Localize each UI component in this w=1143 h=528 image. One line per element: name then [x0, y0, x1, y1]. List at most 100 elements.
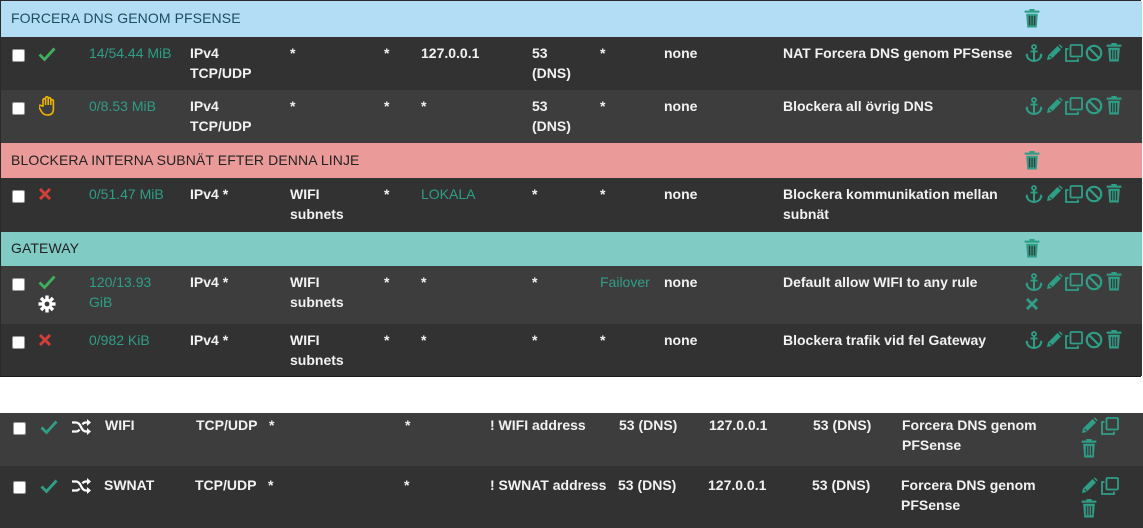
- table-row: WIFI TCP/UDP * * ! WIFI address 53 (DNS)…: [0, 413, 1143, 466]
- copy-icon[interactable]: [1065, 273, 1083, 291]
- x-icon[interactable]: [38, 333, 52, 347]
- gateway-cell[interactable]: Failover: [600, 272, 650, 292]
- destination-cell: ! SWNAT address: [490, 477, 607, 493]
- x-icon[interactable]: [38, 187, 52, 201]
- nat-ip-cell: 127.0.0.1: [708, 477, 767, 493]
- row-checkbox[interactable]: [12, 49, 25, 62]
- nat-rules-table: WIFI TCP/UDP * * ! WIFI address 53 (DNS)…: [0, 413, 1143, 528]
- dest-port-cell: *: [532, 186, 538, 202]
- states-cell-2[interactable]: GiB: [89, 292, 112, 312]
- nat-port-cell: 53 (DNS): [813, 417, 872, 433]
- hand-icon[interactable]: [39, 96, 57, 116]
- pencil-icon[interactable]: [1045, 44, 1063, 62]
- separator-label: BLOCKERA INTERNA SUBNÄT EFTER DENNA LINJ…: [11, 152, 360, 168]
- destination-cell: ! WIFI address: [490, 417, 586, 433]
- trash-icon[interactable]: [1105, 184, 1123, 203]
- row-checkbox[interactable]: [12, 278, 25, 291]
- disable-icon[interactable]: [1085, 273, 1103, 291]
- disable-icon[interactable]: [1085, 331, 1103, 349]
- trash-icon[interactable]: [1023, 9, 1041, 28]
- states-cell[interactable]: 0/51.47 MiB: [89, 184, 164, 204]
- row-checkbox[interactable]: [13, 481, 26, 494]
- protocol-cell: IPv4: [190, 98, 219, 114]
- pencil-icon[interactable]: [1045, 97, 1063, 115]
- check-icon[interactable]: [40, 418, 58, 436]
- protocol-cell: IPv4: [190, 45, 219, 61]
- gateway-cell: *: [600, 98, 606, 114]
- separator-row: BLOCKERA INTERNA SUBNÄT EFTER DENNA LINJ…: [1, 143, 1142, 178]
- anchor-icon[interactable]: [1025, 273, 1043, 291]
- protocol-cell: TCP/UDP: [195, 477, 257, 493]
- check-icon[interactable]: [40, 477, 58, 495]
- nat-ip-cell: 127.0.0.1: [709, 417, 768, 433]
- dest-port-cell: 53: [532, 45, 548, 61]
- pencil-icon[interactable]: [1080, 477, 1098, 495]
- queue-cell: none: [664, 274, 698, 290]
- anchor-icon[interactable]: [1025, 97, 1043, 115]
- source-port-cell: *: [404, 477, 410, 493]
- protocol-cell: IPv4 *: [190, 186, 229, 202]
- protocol-cell: IPv4 *: [190, 332, 229, 348]
- table-row: 0/8.53 MiB IPv4 TCP/UDP * * * 53 (DNS) *…: [1, 90, 1142, 143]
- anchor-icon[interactable]: [1025, 185, 1043, 203]
- trash-icon[interactable]: [1023, 151, 1041, 170]
- states-cell[interactable]: 0/982 KiB: [89, 330, 150, 350]
- anchor-icon[interactable]: [1025, 331, 1043, 349]
- pencil-icon[interactable]: [1045, 273, 1063, 291]
- separator-label: GATEWAY: [11, 240, 80, 256]
- source-cell: *: [290, 98, 296, 114]
- queue-cell: none: [664, 45, 698, 61]
- trash-icon[interactable]: [1105, 43, 1123, 62]
- disable-icon[interactable]: [1085, 44, 1103, 62]
- trash-icon[interactable]: [1080, 439, 1098, 458]
- pencil-icon[interactable]: [1045, 185, 1063, 203]
- shuffle-icon: [71, 477, 91, 495]
- gear-icon[interactable]: [38, 295, 56, 313]
- copy-icon[interactable]: [1065, 185, 1083, 203]
- gateway-cell: *: [600, 332, 606, 348]
- dest-port-cell: *: [532, 274, 538, 290]
- protocol-cell-2: TCP/UDP: [190, 118, 252, 134]
- shuffle-icon: [71, 418, 91, 436]
- row-actions: [1025, 272, 1123, 291]
- dest-port-cell: 53 (DNS): [618, 477, 677, 493]
- table-row: 0/51.47 MiB IPv4 * WIFI subnets * LOKALA…: [1, 178, 1142, 232]
- copy-icon[interactable]: [1101, 477, 1119, 495]
- row-checkbox[interactable]: [12, 336, 25, 349]
- states-cell[interactable]: 0/8.53 MiB: [89, 96, 156, 116]
- trash-icon[interactable]: [1080, 499, 1098, 518]
- trash-icon[interactable]: [1105, 330, 1123, 349]
- row-checkbox[interactable]: [13, 422, 26, 435]
- states-cell[interactable]: 120/13.93: [89, 272, 151, 292]
- gateway-cell: *: [600, 186, 606, 202]
- disable-icon[interactable]: [1085, 97, 1103, 115]
- copy-icon[interactable]: [1065, 44, 1083, 62]
- table-row: 120/13.93 GiB IPv4 * WIFI subnets * * * …: [1, 266, 1142, 324]
- destination-cell[interactable]: LOKALA: [421, 184, 475, 204]
- pencil-icon[interactable]: [1045, 331, 1063, 349]
- source-cell: *: [269, 417, 275, 433]
- x-icon[interactable]: [1025, 297, 1039, 311]
- table-row: SWNAT TCP/UDP * * ! SWNAT address 53 (DN…: [0, 466, 1143, 528]
- states-cell[interactable]: 14/54.44 MiB: [89, 43, 172, 63]
- anchor-icon[interactable]: [1025, 44, 1043, 62]
- pencil-icon[interactable]: [1080, 417, 1098, 435]
- check-icon[interactable]: [38, 273, 56, 291]
- check-icon[interactable]: [38, 45, 56, 63]
- destination-cell: *: [421, 98, 427, 114]
- copy-icon[interactable]: [1065, 331, 1083, 349]
- description-cell: NAT Forcera DNS genom PFSense: [783, 45, 1013, 61]
- row-checkbox[interactable]: [12, 102, 25, 115]
- firewall-rules-table: FORCERA DNS GENOM PFSENSE 14/54.44 MiB I…: [0, 0, 1142, 377]
- nat-port-cell: 53 (DNS): [812, 477, 871, 493]
- interface-cell: SWNAT: [104, 477, 155, 493]
- trash-icon[interactable]: [1105, 96, 1123, 115]
- trash-icon[interactable]: [1023, 239, 1041, 258]
- destination-cell: *: [421, 274, 427, 290]
- disable-icon[interactable]: [1085, 185, 1103, 203]
- copy-icon[interactable]: [1065, 97, 1083, 115]
- protocol-cell: TCP/UDP: [196, 417, 258, 433]
- trash-icon[interactable]: [1105, 272, 1123, 291]
- copy-icon[interactable]: [1101, 417, 1119, 435]
- row-checkbox[interactable]: [12, 190, 25, 203]
